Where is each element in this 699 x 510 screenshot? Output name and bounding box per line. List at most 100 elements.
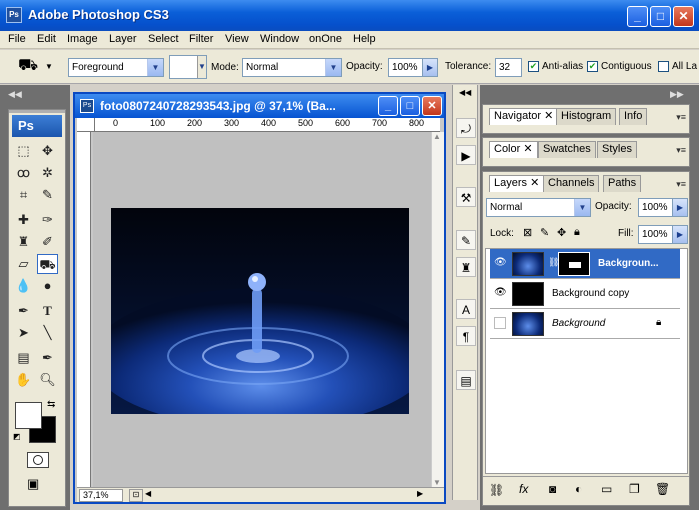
marquee-tool-icon[interactable]: ⬚ (13, 141, 34, 161)
tool-preset-dropdown-icon[interactable]: ▼ (45, 62, 53, 71)
canvas-area[interactable] (93, 132, 431, 487)
tab-color[interactable]: Color ✕ (489, 141, 538, 158)
fill-arrow-icon[interactable]: ▶ (672, 225, 688, 244)
menu-file[interactable]: File (8, 33, 26, 45)
blur-tool-icon[interactable]: 💧 (13, 276, 34, 296)
lock-pixels-icon[interactable]: ✎ (540, 226, 549, 239)
tab-histogram[interactable]: Histogram (556, 108, 617, 125)
clone-stamp-tool-icon[interactable]: ♜ (13, 232, 34, 252)
expand-arrows-icon[interactable]: ◀◀ (459, 88, 471, 97)
layer-row[interactable]: 👁︎ Background copy (490, 279, 680, 309)
maximize-button[interactable]: □ (650, 6, 671, 27)
link-layers-icon[interactable]: ⛓ (489, 483, 504, 497)
tab-channels[interactable]: Channels (543, 175, 600, 192)
swap-colors-icon[interactable]: ⇆ (47, 399, 55, 410)
tab-info[interactable]: Info (619, 108, 648, 125)
layer-row[interactable]: 👁︎ ⛓ Backgroun... (490, 249, 680, 279)
layer-style-icon[interactable]: fx (519, 482, 528, 496)
fill-source-select[interactable]: Foreground ▼ (68, 58, 164, 77)
blend-mode-select[interactable]: Normal ▼ (486, 198, 591, 217)
lock-transparency-icon[interactable]: ⊠ (523, 226, 532, 239)
visibility-eye-icon[interactable]: 👁︎ (494, 257, 507, 268)
tool-presets-panel-icon[interactable]: ⚒ (456, 187, 476, 207)
foreground-color-swatch-front[interactable] (15, 402, 42, 429)
scroll-down-icon[interactable]: ▼ (433, 478, 441, 487)
doc-maximize-button[interactable]: □ (400, 96, 420, 116)
menu-layer[interactable]: Layer (109, 33, 137, 45)
history-brush-tool-icon[interactable]: ✐ (37, 232, 58, 252)
visibility-toggle-empty[interactable] (494, 317, 506, 329)
vertical-scrollbar[interactable]: ▲ ▼ (431, 132, 444, 487)
ruler-origin[interactable] (77, 118, 95, 132)
toolbox-logo[interactable]: Ps (12, 115, 62, 137)
panel-menu-icon[interactable]: ▾≡ (676, 145, 686, 156)
menu-onone[interactable]: onOne (309, 33, 342, 45)
tab-paths[interactable]: Paths (603, 175, 642, 192)
tab-navigator[interactable]: Navigator ✕ (489, 108, 559, 125)
brush-tool-icon[interactable]: ✑ (37, 210, 58, 230)
scroll-left-icon[interactable]: ◀ (145, 489, 151, 498)
layer-row[interactable]: Background 🔒︎ (490, 309, 680, 339)
screen-mode-icon[interactable]: ▣ (27, 476, 51, 494)
menu-select[interactable]: Select (148, 33, 179, 45)
menu-window[interactable]: Window (260, 33, 299, 45)
canvas-image[interactable] (111, 208, 409, 414)
history-panel-icon[interactable]: ⤾ (456, 118, 476, 138)
brushes-panel-icon[interactable]: ✎ (456, 230, 476, 250)
tab-swatches[interactable]: Swatches (538, 141, 596, 158)
crop-tool-icon[interactable]: ⌗ (13, 185, 34, 205)
tab-styles[interactable]: Styles (597, 141, 637, 158)
pen-tool-icon[interactable]: ✒ (13, 301, 34, 321)
menu-edit[interactable]: Edit (37, 33, 56, 45)
actions-panel-icon[interactable]: ▶ (456, 145, 476, 165)
eraser-tool-icon[interactable]: ▱ (13, 254, 34, 274)
lock-all-icon[interactable]: 🔒︎ (574, 226, 580, 239)
quick-mask-icon[interactable] (27, 452, 49, 468)
pattern-picker[interactable]: ▼ (169, 55, 207, 79)
layer-opacity-arrow-icon[interactable]: ▶ (672, 198, 688, 217)
magic-wand-tool-icon[interactable]: ✲ (37, 163, 58, 183)
minimize-button[interactable]: _ (627, 6, 648, 27)
antialias-checkbox[interactable]: ✔ (528, 61, 539, 72)
fill-input[interactable]: 100% (638, 225, 673, 244)
path-selection-tool-icon[interactable]: ➤ (13, 323, 34, 343)
panel-menu-icon[interactable]: ▾≡ (676, 179, 686, 190)
lasso-tool-icon[interactable]: ꝏ (13, 163, 34, 183)
menu-view[interactable]: View (225, 33, 249, 45)
type-tool-icon[interactable]: T (37, 301, 58, 321)
menu-image[interactable]: Image (67, 33, 98, 45)
lock-position-icon[interactable]: ✥ (557, 226, 566, 239)
visibility-eye-icon[interactable]: 👁︎ (494, 287, 507, 298)
new-layer-icon[interactable]: ❐ (629, 482, 640, 496)
hand-tool-icon[interactable]: ✋ (13, 370, 34, 390)
close-button[interactable]: ✕ (673, 6, 694, 27)
layer-comps-panel-icon[interactable]: ▤ (456, 370, 476, 390)
doc-close-button[interactable]: ✕ (422, 96, 442, 116)
clone-source-panel-icon[interactable]: ♜ (456, 257, 476, 277)
slice-tool-icon[interactable]: ✎ (37, 185, 58, 205)
contiguous-checkbox[interactable]: ✔ (587, 61, 598, 72)
delete-layer-icon[interactable]: 🗑︎ (655, 482, 670, 496)
paragraph-panel-icon[interactable]: ¶ (456, 326, 476, 346)
line-tool-icon[interactable]: ╲ (37, 323, 58, 343)
all-layers-checkbox[interactable] (658, 61, 669, 72)
layer-opacity-input[interactable]: 100% (638, 198, 673, 217)
eyedropper-tool-icon[interactable]: ✒ (37, 348, 58, 368)
menu-help[interactable]: Help (353, 33, 376, 45)
paint-bucket-tool-icon[interactable]: ⛟ (37, 254, 58, 274)
collapse-dock-icon[interactable]: ▶▶ (670, 89, 684, 100)
opacity-input[interactable]: 100% (388, 58, 423, 77)
healing-brush-tool-icon[interactable]: ✚ (13, 210, 34, 230)
mode-select[interactable]: Normal ▼ (242, 58, 342, 77)
doc-minimize-button[interactable]: _ (378, 96, 398, 116)
panel-menu-icon[interactable]: ▾≡ (676, 112, 686, 123)
layer-mask-thumbnail[interactable] (558, 252, 590, 276)
zoom-level-field[interactable]: 37,1% (79, 489, 123, 502)
opacity-slider-arrow-icon[interactable]: ▶ (422, 58, 438, 77)
new-group-icon[interactable]: ▭ (601, 482, 612, 496)
menu-filter[interactable]: Filter (189, 33, 213, 45)
scroll-up-icon[interactable]: ▲ (433, 132, 441, 141)
collapse-arrows-icon[interactable]: ◀◀ (8, 89, 22, 100)
add-mask-icon[interactable]: ◙ (549, 482, 556, 496)
paint-bucket-icon[interactable]: ⛟ (18, 56, 38, 76)
